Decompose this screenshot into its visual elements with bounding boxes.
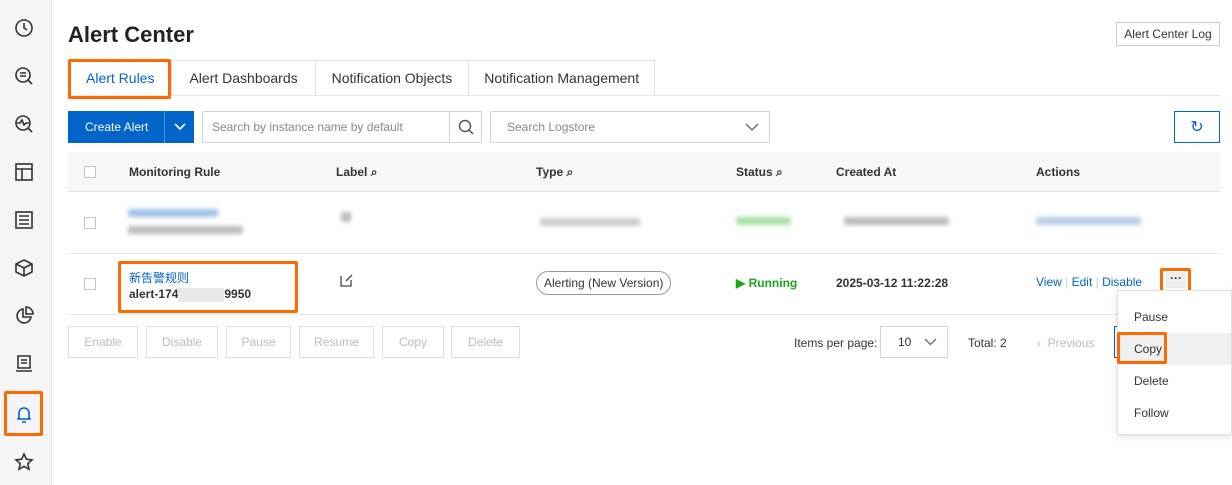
created-at: 2025-03-12 11:22:28 [836,276,949,290]
bulk-pause-button[interactable]: Pause [226,326,291,358]
view-link[interactable]: View [1036,275,1062,289]
clock-icon[interactable] [12,16,36,40]
total-count: Total: 2 [968,336,1007,350]
logstore-select[interactable]: Search Logstore [490,111,770,143]
items-per-page-label: Items per page: [794,336,878,350]
type-badge: Alerting (New Version) [536,271,672,295]
row-actions: View | Edit | Disable [1036,275,1143,289]
header-status: Status ⌕ [736,165,783,179]
chevron-down-icon[interactable] [164,111,194,143]
monitor-search-icon[interactable] [12,112,36,136]
menu-item-copy[interactable]: Copy [1118,333,1231,365]
tab-bar: Alert Rules Alert Dashboards Notificatio… [68,60,656,96]
blurred-label [341,212,351,222]
blurred-name [128,209,218,217]
bulk-delete-button[interactable]: Delete [451,326,520,358]
report-icon[interactable] [12,352,36,376]
rule-name-link[interactable]: 新告警规则 [129,269,189,286]
search-icon[interactable]: ⌕ [566,165,573,179]
logstore-placeholder: Search Logstore [507,120,596,134]
refresh-icon: ↻ [1190,119,1204,136]
disable-link[interactable]: Disable [1102,275,1142,289]
table-header: Monitoring Rule Label ⌕ Type ⌕ Status ⌕ … [68,152,1220,192]
tab-alert-dashboards[interactable]: Alert Dashboards [172,60,316,96]
previous-button[interactable]: ‹ Previous [1037,336,1094,350]
blurred-date [844,217,949,225]
star-icon[interactable] [12,450,36,474]
page-title: Alert Center [68,22,194,47]
row-checkbox[interactable] [84,217,96,229]
bulk-copy-button[interactable]: Copy [382,326,444,358]
header-label: Label ⌕ [336,165,378,179]
search-list-icon[interactable] [12,64,36,88]
tab-notification-objects[interactable]: Notification Objects [315,60,470,96]
blurred-id [128,226,243,234]
tab-notification-management[interactable]: Notification Management [469,60,656,96]
list-icon[interactable] [12,208,36,232]
play-circle-icon: ▶︎ [736,276,746,290]
blurred-type [540,218,640,226]
header-type: Type ⌕ [536,165,574,179]
search-input[interactable]: Search by instance name by default [202,111,450,143]
tab-alert-rules[interactable]: Alert Rules [68,60,173,96]
row-checkbox[interactable] [84,278,96,290]
rule-id: alert-174 9950 [129,287,252,302]
header-created-at: Created At [836,165,897,179]
pie-chart-icon[interactable] [12,304,36,328]
status-running: ▶︎ Running [736,276,798,290]
bulk-disable-button[interactable]: Disable [146,326,218,358]
per-page-select[interactable]: 10 [880,326,948,358]
edit-link[interactable]: Edit [1072,275,1093,289]
header-actions: Actions [1036,165,1081,179]
more-actions-button[interactable]: ··· [1166,272,1186,288]
bulk-resume-button[interactable]: Resume [299,326,374,358]
edit-label-icon[interactable] [340,274,353,290]
refresh-button[interactable]: ↻ [1174,111,1220,143]
alert-center-log-button[interactable]: Alert Center Log [1116,22,1220,46]
menu-item-pause[interactable]: Pause [1118,301,1231,333]
search-icon[interactable]: ⌕ [776,165,783,179]
table-row: 新告警规则 alert-174 9950 Alerting (New Versio… [68,254,1220,315]
select-all-checkbox[interactable] [84,166,96,178]
bulk-enable-button[interactable]: Enable [68,326,138,358]
sidebar [0,0,52,485]
dashboard-icon[interactable] [12,160,36,184]
cube-icon[interactable] [12,256,36,280]
chevron-down-icon [745,123,759,131]
chevron-down-icon [924,338,937,346]
bell-icon[interactable] [12,402,36,426]
blurred-status [736,217,791,225]
menu-item-delete[interactable]: Delete [1118,365,1231,397]
header-monitoring-rule: Monitoring Rule [129,165,221,179]
tab-divider [68,95,1220,96]
search-icon[interactable] [449,111,482,143]
search-icon[interactable]: ⌕ [371,165,378,179]
create-alert-button[interactable]: Create Alert [68,111,194,143]
menu-item-follow[interactable]: Follow [1118,397,1231,429]
blurred-actions [1036,217,1141,225]
table-row-blurred [68,192,1220,254]
more-actions-menu: Pause Copy Delete Follow [1117,290,1232,435]
create-alert-label[interactable]: Create Alert [68,111,164,143]
